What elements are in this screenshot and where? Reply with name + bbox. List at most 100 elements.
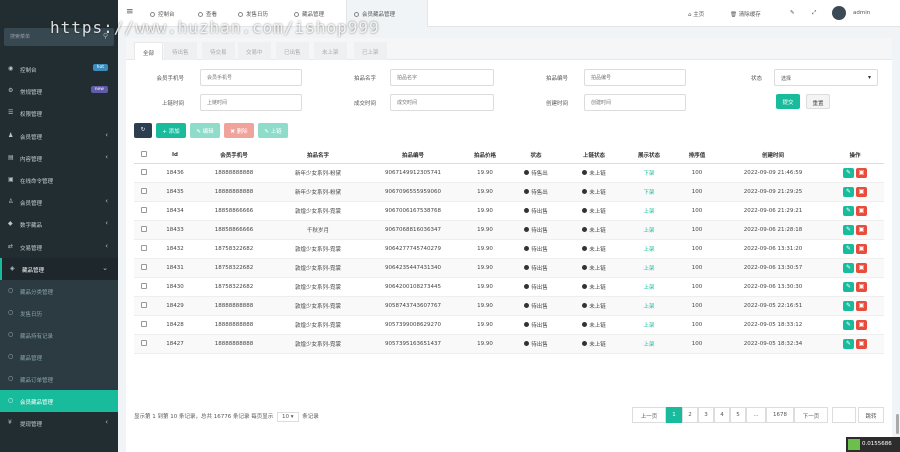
delete-row-button[interactable]: ▣ (856, 319, 867, 330)
status-tab[interactable]: 待交易 (202, 42, 235, 60)
page-button[interactable]: 1678 (766, 407, 794, 423)
status-tab[interactable]: 待出售 (164, 42, 197, 60)
row-checkbox[interactable] (141, 320, 147, 327)
row-checkbox[interactable] (141, 244, 147, 251)
page-button[interactable]: 1 (666, 407, 682, 423)
display-toggle[interactable]: 上架 (643, 323, 654, 329)
table-row[interactable]: 18436 18888888888 新年少女系列-粉黛 906714991230574… (134, 163, 884, 183)
search-icon[interactable]: ⚲ (103, 32, 108, 40)
row-select-cell[interactable] (134, 296, 154, 316)
display-toggle[interactable]: 上架 (643, 266, 654, 272)
tab-collection[interactable]: 藏品管理 (288, 0, 346, 27)
created-input[interactable] (584, 94, 686, 111)
tab-view[interactable]: 查看 (192, 0, 232, 27)
sidebar-item[interactable]: ▣ 在线命令管理 (0, 169, 118, 191)
sidebar-item[interactable]: ◆ 数字藏品 ‹ (0, 213, 118, 235)
display-toggle[interactable]: 上架 (643, 228, 654, 234)
table-row[interactable]: 18433 18858866666 千秋岁月 9067068816036347 19.9… (134, 220, 884, 240)
page-size-select[interactable]: 10 ▾ (276, 412, 299, 422)
table-row[interactable]: 18427 18888888888 敦煌少女系列-霓裳 905739516365143… (134, 334, 884, 354)
status-tab[interactable]: 全部 (134, 42, 164, 60)
next-page-button[interactable]: 下一页 (794, 407, 828, 423)
row-select-cell[interactable] (134, 334, 154, 354)
row-checkbox[interactable] (141, 301, 147, 308)
row-checkbox[interactable] (141, 187, 147, 194)
sidebar-item[interactable]: ○ 藏品分类管理 (0, 280, 118, 302)
delete-row-button[interactable]: ▣ (856, 338, 867, 349)
display-toggle[interactable]: 上架 (643, 209, 654, 215)
tab-dashboard[interactable]: 控制台 (144, 0, 192, 27)
prev-page-button[interactable]: 上一页 (632, 407, 666, 423)
edit-row-button[interactable]: ✎ (843, 243, 854, 254)
tab-calendar[interactable]: 发售日历 (232, 0, 288, 27)
theme-icon[interactable]: ✎ (790, 10, 795, 16)
edit-row-button[interactable]: ✎ (843, 300, 854, 311)
sidebar-item[interactable]: ☰ 权限管理 (0, 102, 118, 124)
number-input[interactable] (584, 69, 686, 86)
page-button[interactable]: 4 (714, 407, 730, 423)
table-row[interactable]: 18429 18888888888 敦煌少女系列-霓裳 905874374360776… (134, 296, 884, 316)
display-toggle[interactable]: 上架 (643, 247, 654, 253)
delete-row-button[interactable]: ▣ (856, 243, 867, 254)
sidebar-item[interactable]: ⇄ 交易管理 ‹ (0, 236, 118, 258)
status-tab[interactable]: 已上架 (354, 42, 387, 60)
submit-button[interactable]: 提交 (776, 94, 800, 109)
sidebar-item[interactable]: ○ 发售日历 (0, 302, 118, 324)
clear-cache-link[interactable]: 🗑 清除缓存 (730, 10, 761, 18)
display-toggle[interactable]: 上架 (643, 304, 654, 310)
status-tab[interactable]: 已出售 (276, 42, 309, 60)
page-button[interactable]: 2 (682, 407, 698, 423)
reset-button[interactable]: 重置 (806, 94, 830, 109)
delete-row-button[interactable]: ▣ (856, 167, 867, 178)
display-toggle[interactable]: 下架 (643, 171, 654, 177)
delete-row-button[interactable]: ▣ (856, 300, 867, 311)
row-checkbox[interactable] (141, 282, 147, 289)
status-select[interactable]: 选择 ▾ (774, 69, 878, 86)
display-toggle[interactable]: 上架 (643, 285, 654, 291)
edit-row-button[interactable]: ✎ (843, 281, 854, 292)
delete-row-button[interactable]: ▣ (856, 281, 867, 292)
home-link[interactable]: ⌂ 主页 (688, 10, 704, 18)
table-row[interactable]: 18435 18888888888 新年少女系列-粉黛 906709655595906… (134, 182, 884, 202)
select-all-checkbox[interactable] (141, 150, 147, 157)
menu-toggle-icon[interactable]: ≡ (126, 7, 134, 17)
status-tab[interactable]: 交易中 (238, 42, 271, 60)
sidebar-item[interactable]: ♟ 会员管理 ‹ (0, 125, 118, 147)
header-id[interactable]: Id (154, 147, 196, 164)
row-select-cell[interactable] (134, 239, 154, 259)
status-tab[interactable]: 未上架 (314, 42, 347, 60)
edit-row-button[interactable]: ✎ (843, 262, 854, 273)
display-toggle[interactable]: 上架 (643, 342, 654, 348)
table-row[interactable]: 18428 18888888888 敦煌少女系列-霓裳 905739900862927… (134, 315, 884, 335)
row-checkbox[interactable] (141, 168, 147, 175)
edit-row-button[interactable]: ✎ (843, 186, 854, 197)
table-row[interactable]: 18432 18758322682 敦煌少女系列-霓裳 906427774574027… (134, 239, 884, 259)
row-select-cell[interactable] (134, 201, 154, 221)
sidebar-item[interactable]: ○ 会员藏品管理 (0, 390, 118, 412)
avatar[interactable] (832, 6, 846, 20)
table-row[interactable]: 18431 18758322682 敦煌少女系列-霓裳 906423544743134… (134, 258, 884, 278)
edit-row-button[interactable]: ✎ (843, 167, 854, 178)
upload-chain-button[interactable]: ✎ 上链 (258, 123, 288, 138)
sidebar-item[interactable]: ○ 藏品持有记录 (0, 324, 118, 346)
refresh-button[interactable]: ↻ (134, 123, 152, 138)
edit-button[interactable]: ✎ 编辑 (190, 123, 220, 138)
row-select-cell[interactable] (134, 220, 154, 240)
display-toggle[interactable]: 下架 (643, 190, 654, 196)
page-button[interactable]: 5 (730, 407, 746, 423)
row-checkbox[interactable] (141, 206, 147, 213)
row-checkbox[interactable] (141, 263, 147, 270)
edit-row-button[interactable]: ✎ (843, 338, 854, 349)
sidebar-search[interactable]: 搜索菜单 ⚲ (4, 28, 114, 46)
select-all-header[interactable] (134, 147, 154, 164)
sidebar-item[interactable]: ¥ 提现管理 ‹ (0, 412, 118, 434)
sidebar-item[interactable]: ○ 藏品管理 (0, 346, 118, 368)
goto-page-button[interactable]: 跳转 (858, 407, 884, 423)
add-button[interactable]: + 添加 (156, 123, 186, 138)
tab-member-collection[interactable]: 会员藏品管理 (346, 0, 428, 27)
name-input[interactable] (390, 69, 494, 86)
row-select-cell[interactable] (134, 315, 154, 335)
sidebar-item[interactable]: ♙ 会员管理 ‹ (0, 191, 118, 213)
table-row[interactable]: 18434 18858866666 敦煌少女系列-霓裳 906700616753876… (134, 201, 884, 221)
edit-row-button[interactable]: ✎ (843, 319, 854, 330)
